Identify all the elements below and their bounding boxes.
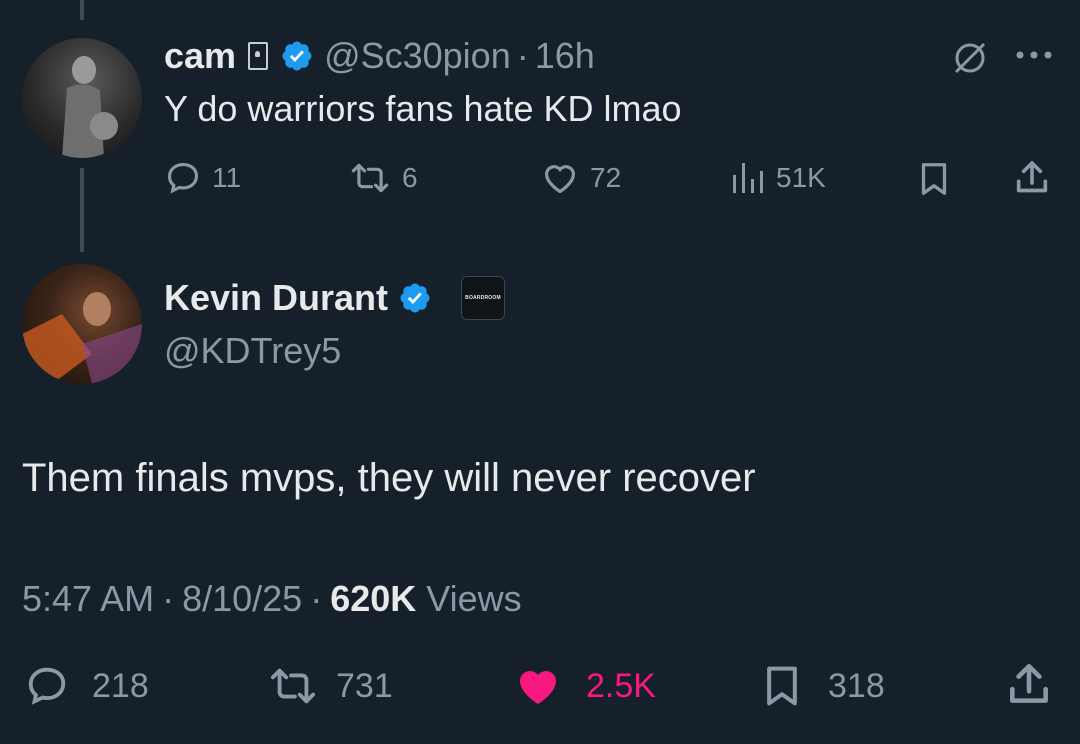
like-count: 2.5K: [586, 666, 656, 705]
tweet-time[interactable]: 16h: [535, 35, 595, 77]
verified-badge-icon: [398, 281, 432, 315]
repost-button[interactable]: 6: [348, 158, 418, 198]
bookmark-icon: [760, 663, 804, 709]
bookmark-icon[interactable]: [916, 160, 952, 198]
heart-filled-icon: [512, 662, 564, 710]
reply-count: 218: [92, 666, 149, 705]
like-button[interactable]: 72: [540, 158, 621, 198]
repost-icon: [266, 663, 320, 709]
author-name[interactable]: Kevin Durant: [164, 277, 388, 319]
reply-icon: [164, 159, 202, 197]
reply-count: 11: [212, 162, 242, 193]
thread-line-top: [80, 0, 84, 20]
avatar-cam[interactable]: [22, 38, 142, 158]
like-count: 72: [590, 162, 622, 193]
tweet-text: Them finals mvps, they will never recove…: [22, 456, 756, 500]
repost-icon: [348, 159, 392, 197]
views-count: 51K: [776, 162, 826, 193]
thread-line-connector: [80, 168, 84, 252]
tweet-timestamp-row: 5:47 AM · 8/10/25 · 620K Views: [22, 578, 522, 620]
author-handle[interactable]: @KDTrey5: [164, 330, 341, 372]
share-icon[interactable]: [1004, 660, 1054, 710]
views-button[interactable]: 51K: [730, 158, 826, 198]
repost-button[interactable]: 731: [266, 662, 393, 710]
reply-to-text: Y do warriors fans hate KD lmao: [164, 88, 682, 129]
grok-icon[interactable]: [950, 38, 990, 78]
reply-button[interactable]: 11: [164, 158, 241, 198]
tweet-time[interactable]: 5:47 AM: [22, 578, 154, 620]
reply-icon: [24, 663, 70, 709]
views-chart-icon: [730, 159, 766, 197]
bookmark-button[interactable]: 318: [760, 662, 885, 710]
views-label: Views: [426, 578, 522, 619]
heart-icon: [540, 159, 580, 197]
views-count: 620K: [330, 578, 417, 619]
repost-count: 731: [336, 666, 393, 705]
affiliate-badge[interactable]: BOARDROOM: [461, 276, 505, 320]
verified-badge-icon: [280, 39, 314, 73]
more-options-icon[interactable]: [1014, 48, 1054, 62]
tweet-date[interactable]: 8/10/25: [182, 578, 302, 620]
share-icon[interactable]: [1012, 158, 1052, 198]
playing-card-icon: [248, 42, 269, 70]
bookmark-count: 318: [828, 666, 885, 705]
reply-button[interactable]: 218: [24, 662, 149, 710]
affiliate-label: BOARDROOM: [465, 295, 501, 301]
separator: ·: [310, 578, 323, 619]
repost-count: 6: [402, 162, 418, 193]
author-handle[interactable]: @Sc30pion: [324, 35, 511, 77]
avatar-kevin-durant[interactable]: [22, 264, 142, 384]
like-button[interactable]: 2.5K: [512, 662, 656, 710]
separator: ·: [162, 578, 175, 619]
author-name[interactable]: cam: [164, 35, 236, 77]
separator: ·: [516, 35, 529, 76]
